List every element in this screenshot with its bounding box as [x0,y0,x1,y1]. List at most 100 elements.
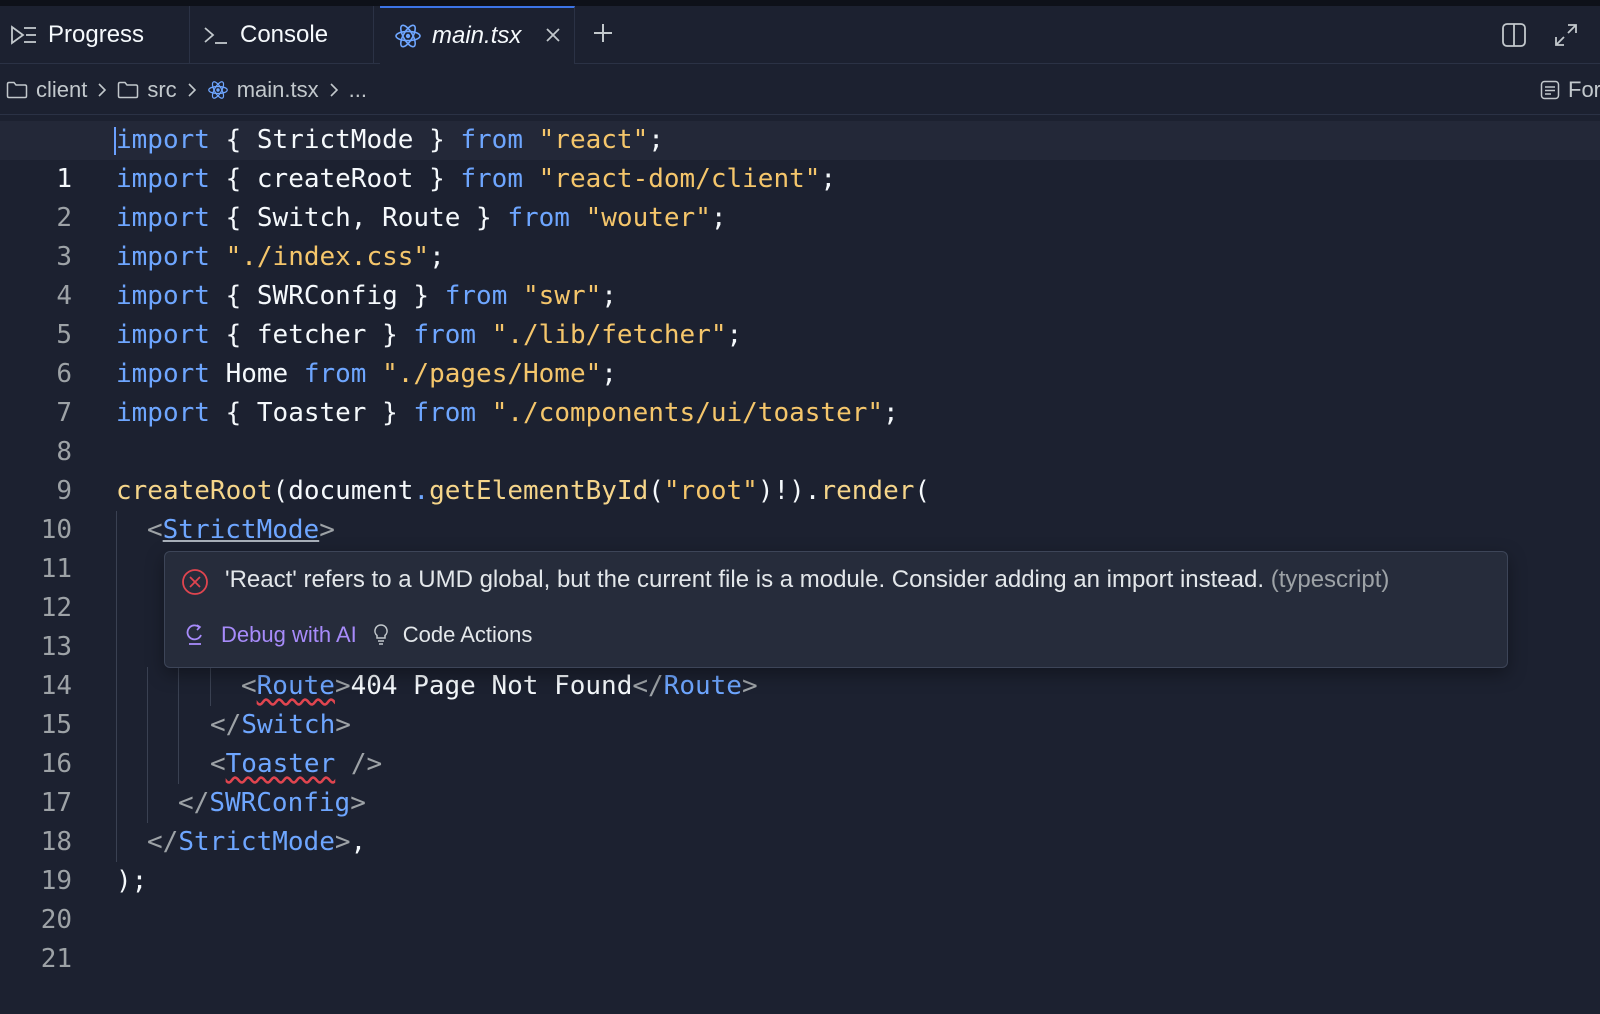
code-line[interactable]: 4 import "./index.css"; [0,238,1600,311]
indent-guide [147,667,148,706]
new-tab-plus-icon[interactable] [590,20,616,46]
code-text: import { createRoot } from "react-dom/cl… [116,160,836,199]
code-line[interactable]: 7 import Home from "./pages/Home"; [0,355,1600,428]
code-token: { fetcher } [209,320,414,350]
code-token: < [147,515,163,545]
code-token: ( [648,476,664,506]
code-token: > [741,671,758,701]
jsx-tag: Toaster [225,749,336,779]
code-line[interactable]: 1 import { StrictMode } from "react"; [0,121,1600,194]
format-icon [1540,80,1560,100]
jsx-tag: Route [256,671,335,701]
code-line[interactable]: 16 </Switch> [0,706,1600,779]
close-tab-icon[interactable] [540,22,566,48]
ai-debug-icon [186,624,202,645]
code-token: { SWRConfig } [209,281,445,311]
jsx-tag: SWRConfig [209,788,351,818]
react-icon [394,23,422,49]
code-token: (document [272,476,414,506]
code-line[interactable]: 6 import { fetcher } from "./lib/fetcher… [0,316,1600,389]
code-line[interactable]: 19 </StrictMode>, [0,823,1600,896]
code-token: Home [209,359,304,389]
tab-label: Console [240,21,329,48]
error-circle-icon [181,568,209,601]
expand-icon[interactable] [1551,20,1581,50]
code-text: import { Toaster } from "./components/ui… [116,394,899,433]
breadcrumb-item-client[interactable]: client [6,77,87,103]
breadcrumb-item-src[interactable]: src [117,77,177,103]
line-number: 21 [40,944,72,974]
indent-guide [147,745,148,784]
indent-guide [116,784,117,823]
keyword: import [116,203,210,233]
code-line[interactable]: 18 </SWRConfig> [0,784,1600,857]
code-token: > [319,515,335,545]
string-literal: "./components/ui/toaster" [491,398,884,428]
tab-main-tsx[interactable]: main.tsx [380,6,575,64]
indent-guide [178,745,179,784]
code-text: <Route>404 Page Not Found</Route> [241,667,758,706]
diagnostic-text: 'React' refers to a UMD global, but the … [225,566,1265,593]
progress-icon [10,23,38,47]
code-actions-button[interactable]: Code Actions [373,622,532,648]
split-view-icon[interactable] [1499,20,1529,50]
code-line[interactable]: 2 import { createRoot } from "react-dom/… [0,160,1600,233]
code-token: > [350,788,366,818]
folder-icon [118,81,139,98]
debug-with-ai-button[interactable]: Debug with AI [185,622,357,648]
code-line[interactable]: 11 <StrictMode> [0,511,1600,584]
folder-icon [6,81,28,98]
indent-guide [116,823,117,862]
keyword: from [460,125,523,155]
breadcrumb-item-main-tsx[interactable]: main.tsx [207,77,319,103]
code-line[interactable]: 20 ); [0,862,1600,935]
code-line[interactable]: 5 import { SWRConfig } from "swr"; [0,277,1600,350]
code-line[interactable]: 8 import { Toaster } from "./components/… [0,394,1600,467]
chevron-right-icon [97,82,107,97]
code-text: createRoot(document.getElementById("root… [116,472,930,511]
indent-guide [178,667,179,706]
code-token: < [210,749,226,779]
code-token: > [335,710,351,740]
indent-guide [116,628,117,667]
format-button[interactable]: For [1540,65,1600,115]
indent-guide [147,784,148,823]
indent-guide [116,511,117,550]
code-token: ; [429,242,445,272]
keyword: from [413,320,477,350]
breadcrumb-item-symbol[interactable]: ... [349,77,367,103]
code-token: )!). [757,476,821,506]
code-line[interactable]: 21 [0,901,1600,974]
chevron-right-icon [187,82,197,97]
keyword: import [116,242,210,272]
debug-label: Debug with AI [221,622,357,647]
react-icon [207,80,228,99]
code-token: ; [726,320,743,350]
code-token: { Toaster } [209,398,414,428]
indent-guide [178,706,179,745]
code-line[interactable]: 17 <Toaster /> [0,745,1600,818]
indent-guide [210,667,211,706]
tab-bar: Progress Console main.tsx [0,6,1600,64]
string-literal: "wouter" [585,203,711,233]
keyword: from [444,281,508,311]
code-line[interactable]: 3 import { Switch, Route } from "wouter"… [0,199,1600,272]
string-literal: "react" [538,125,649,155]
tab-progress[interactable]: Progress [0,6,190,64]
breadcrumb-label: ... [348,76,367,102]
string-literal: "root" [663,476,758,506]
code-token: </ [632,671,664,701]
code-line[interactable]: 10 createRoot(document.getElementById("r… [0,472,1600,545]
code-line[interactable]: 15 <Route>404 Page Not Found</Route> [0,667,1600,740]
diagnostic-actions: Debug with AI Code Actions [185,622,532,648]
lightbulb-icon [373,624,388,645]
code-line[interactable]: 9 [0,433,1600,506]
tab-console[interactable]: Console [190,6,374,64]
code-token: /> [335,749,383,779]
chevron-right-icon [329,82,339,97]
string-literal: "swr" [523,281,602,311]
